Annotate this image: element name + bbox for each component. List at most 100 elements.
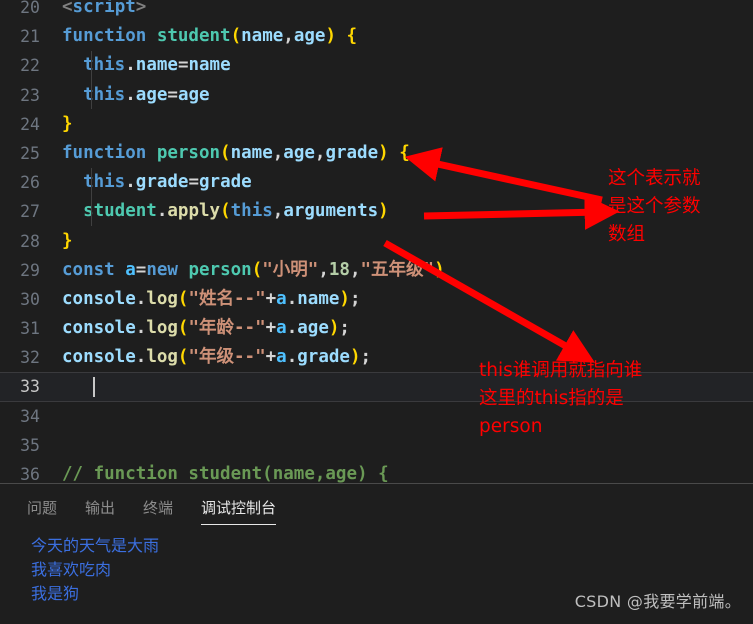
code-line-20[interactable]: 20 <script> [0, 0, 753, 22]
code-token: . [125, 84, 136, 105]
code-token: console [62, 318, 136, 339]
code-token: a [125, 259, 136, 280]
line-number: 26 [20, 173, 40, 193]
code-line-29[interactable]: 29 const a=new person("小明",18,"五年级") [0, 256, 753, 285]
code-token: + [265, 288, 277, 309]
code-token: apply [167, 201, 221, 222]
code-token: , [272, 142, 284, 163]
code-token: . [135, 318, 147, 339]
code-token: student [83, 201, 157, 222]
panel-tab-2[interactable]: 终端 [143, 497, 173, 525]
line-content[interactable]: // function student(name,age) { [62, 460, 389, 483]
code-token: } [62, 230, 73, 251]
code-token: = [188, 172, 200, 193]
code-line-24[interactable]: 24} [0, 110, 753, 139]
code-token: = [177, 55, 189, 76]
code-editor[interactable]: 20 <script> 21 function student(name,age) {… [0, 0, 753, 483]
line-content[interactable]: console.log("年级--"+a.grade); [62, 343, 371, 372]
code-token: ( [177, 318, 189, 339]
code-token: . [125, 172, 136, 193]
code-token: { [399, 142, 410, 163]
console-output-line-1: 我喜欢吃肉 [31, 560, 112, 579]
panel-tab-0[interactable]: 问题 [27, 497, 57, 525]
code-token: new [146, 259, 189, 280]
panel-tab-1[interactable]: 输出 [85, 497, 115, 525]
code-token: name [230, 142, 273, 163]
csdn-watermark: CSDN @我要学前端。 [574, 592, 741, 611]
code-line-30[interactable]: 30 console.log("姓名--"+a.name); [0, 285, 753, 314]
code-token: ( [177, 288, 189, 309]
line-content[interactable]: this.name=name [62, 51, 231, 80]
code-token: 18 [328, 259, 350, 280]
code-token: + [265, 347, 277, 368]
code-token: this [83, 84, 126, 105]
vscode-window: 20 <script> 21 function student(name,age) {… [0, 0, 753, 624]
line-content[interactable]: this.age=age [62, 81, 210, 110]
code-token: a [276, 347, 287, 368]
code-token: ) [339, 288, 350, 309]
code-token: = [135, 259, 147, 280]
line-content[interactable]: student.apply(this,arguments) [62, 197, 389, 226]
code-token: function [62, 142, 157, 163]
panel-tab-bar[interactable]: 问题 输出 终端 调试控制台 [0, 484, 753, 525]
code-token: const [62, 259, 126, 280]
code-token: person [188, 259, 252, 280]
code-token: age [283, 142, 315, 163]
code-token: function [62, 26, 157, 47]
code-token: , [318, 259, 329, 280]
code-token: ( [177, 347, 189, 368]
line-content[interactable]: } [62, 227, 73, 256]
code-token: . [286, 288, 298, 309]
line-number: 29 [20, 260, 40, 280]
line-number: 31 [20, 319, 40, 339]
code-token: . [286, 347, 298, 368]
code-token: ) [328, 318, 340, 339]
code-token: . [286, 318, 298, 339]
line-number: 30 [20, 289, 40, 309]
code-token: log [146, 318, 178, 339]
code-token: student [156, 26, 231, 47]
code-token: console [62, 288, 136, 309]
code-token: ) [349, 347, 361, 368]
code-token: script [72, 0, 136, 17]
code-token: person [156, 142, 221, 163]
line-content[interactable]: console.log("姓名--"+a.name); [62, 285, 361, 314]
line-number: 34 [20, 406, 40, 426]
line-content[interactable]: const a=new person("小明",18,"五年级") [62, 256, 445, 285]
code-token: grade [199, 172, 252, 193]
code-token: = [167, 84, 178, 105]
code-token: + [265, 318, 277, 339]
code-token: // function student(name,age) { [62, 464, 389, 483]
code-token: { [346, 26, 358, 47]
code-token: grade [135, 172, 189, 193]
line-content[interactable]: <script> [62, 0, 146, 22]
line-content[interactable]: function student(name,age) { [62, 22, 357, 51]
code-line-36[interactable]: 36 // function student(name,age) { [0, 460, 753, 483]
code-token: log [146, 347, 178, 368]
line-content[interactable]: function person(name,age,grade) { [62, 139, 410, 168]
code-token: name [188, 55, 231, 76]
code-line-22[interactable]: 22 this.name=name [0, 51, 753, 80]
code-line-21[interactable]: 21 function student(name,age) { [0, 22, 753, 51]
code-line-23[interactable]: 23 this.age=age [0, 81, 753, 110]
code-token: } [62, 113, 73, 134]
code-line-25[interactable]: 25 function person(name,age,grade) { [0, 139, 753, 168]
line-content[interactable]: console.log("年龄--"+a.age); [62, 314, 350, 343]
code-token: . [156, 201, 168, 222]
code-token: "姓名--" [188, 288, 266, 309]
code-token: ) [378, 201, 389, 222]
code-token: age [177, 84, 210, 105]
code-line-31[interactable]: 31 console.log("年龄--"+a.age); [0, 314, 753, 343]
panel-tab-3[interactable]: 调试控制台 [201, 497, 277, 525]
code-token: "五年级" [360, 259, 435, 280]
code-token: "年级--" [188, 347, 266, 368]
line-number: 36 [20, 465, 40, 483]
text-cursor [93, 377, 95, 398]
code-token: , [349, 259, 361, 280]
annotation-arguments-note: 这个表示就 是这个参数 数组 [608, 168, 701, 245]
code-token: a [276, 288, 287, 309]
line-content[interactable]: } [62, 110, 73, 139]
